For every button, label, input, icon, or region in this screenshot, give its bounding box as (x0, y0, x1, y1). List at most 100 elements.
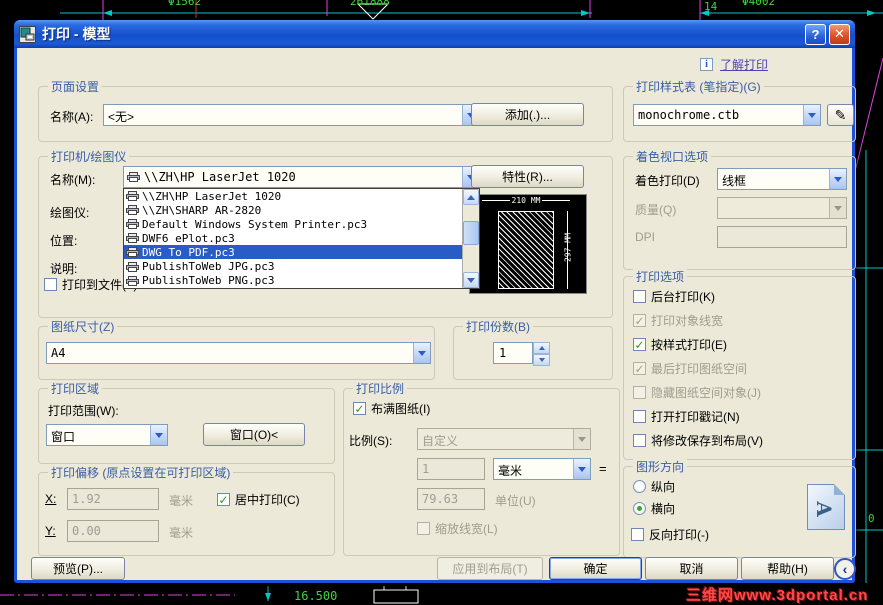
shade-plot-label: 着色打印(D) (635, 174, 700, 188)
y-unit-label: 毫米 (169, 526, 194, 540)
printer-option[interactable]: PublishToWeb PNG.pc3 (124, 274, 462, 288)
scale-units-field: 79.63 (417, 488, 485, 510)
plotter-label: 绘图仪: (50, 206, 90, 220)
scale-combo: 自定义 (417, 428, 591, 450)
opt-save-changes[interactable]: 将修改保存到布局(V) (633, 432, 763, 449)
edit-plot-style-button[interactable]: ✎ (827, 104, 854, 126)
opt-plot-stamp[interactable]: 打开打印戳记(N) (633, 408, 740, 425)
checkbox (353, 402, 366, 415)
dim-label: 261888 (350, 0, 390, 8)
page-setup-label: 页面设置 (48, 78, 103, 95)
paper-size-combo[interactable]: A4 (46, 342, 431, 364)
plot-range-combo[interactable]: 窗口 (46, 424, 168, 446)
plot-style-combo[interactable]: monochrome.ctb (633, 104, 821, 126)
portrait-radio-row[interactable]: 纵向 (633, 478, 675, 495)
checkbox (633, 410, 646, 423)
copies-stepper[interactable]: 1 (493, 342, 550, 366)
corner-value: 0 (868, 512, 875, 525)
paper-width-dim: 210 MM (482, 196, 570, 205)
landscape-radio-row[interactable]: 横向 (633, 500, 675, 517)
x-unit-label: 毫米 (169, 494, 194, 508)
quality-combo (717, 197, 847, 219)
shade-plot-combo[interactable]: 线框 (717, 168, 847, 190)
ok-button[interactable]: 确定 (549, 557, 642, 580)
printer-combo[interactable]: \\ZH\HP LaserJet 1020 (123, 166, 480, 188)
plot-upside-down-row[interactable]: 反向打印(-) (631, 526, 709, 543)
chevron-down-icon[interactable] (573, 459, 590, 479)
chevron-down-icon[interactable] (829, 169, 846, 189)
opt-plot-with-styles[interactable]: 按样式打印(E) (633, 336, 727, 353)
opt-paperspace-last: 最后打印图纸空间 (633, 360, 747, 377)
chevron-down-icon[interactable] (413, 343, 430, 363)
checkbox (633, 362, 646, 375)
add-page-setup-button[interactable]: 添加(.)... (471, 103, 584, 126)
location-label: 位置: (50, 234, 78, 248)
plot-offset-group: 打印偏移 (原点设置在可打印区域) (38, 464, 335, 556)
opt-background-plot[interactable]: 后台打印(K) (633, 288, 715, 305)
plot-style-label: 打印样式表 (笔指定)(G) (633, 78, 764, 95)
checkbox (217, 493, 230, 506)
printer-option[interactable]: Default Windows System Printer.pc3 (124, 217, 462, 231)
dim-label: Φ1562 (168, 0, 202, 8)
dim-label: Φ4002 (742, 0, 776, 8)
checkbox (633, 290, 646, 303)
chevron-down-icon (829, 198, 846, 218)
checkbox (631, 528, 644, 541)
coordinate-readout: 16.500 (294, 589, 338, 603)
units-label: 单位(U) (495, 494, 536, 508)
center-plot-row[interactable]: 居中打印(C) (217, 491, 300, 508)
printer-dropdown-list: \\ZH\HP LaserJet 1020 \\ZH\SHARP AR-2820… (123, 188, 480, 289)
printer-properties-button[interactable]: 特性(R)... (471, 165, 584, 188)
checkbox (633, 338, 646, 351)
spinner-up-icon[interactable] (533, 342, 550, 354)
dropdown-scrollbar[interactable] (462, 189, 479, 288)
page-setup-combo[interactable]: <无> (103, 104, 480, 126)
chevron-down-icon[interactable] (803, 105, 820, 125)
fit-to-paper-row[interactable]: 布满图纸(I) (353, 400, 430, 417)
help-titlebar-button[interactable]: ? (805, 23, 826, 45)
printer-option[interactable]: PublishToWeb JPG.pc3 (124, 259, 462, 273)
preview-button[interactable]: 预览(P)... (31, 557, 125, 580)
title-bar[interactable]: 打印 - 模型 ? ✕ (14, 20, 855, 48)
radio (633, 502, 646, 515)
help-button[interactable]: 帮助(H) (741, 557, 834, 580)
quality-label: 质量(Q) (635, 203, 677, 217)
scrollbar-thumb[interactable] (463, 221, 479, 245)
scale-unit-combo[interactable]: 毫米 (493, 458, 591, 480)
opt-plot-lineweights: 打印对象线宽 (633, 312, 723, 329)
dialog-title: 打印 - 模型 (42, 26, 111, 42)
y-offset-field: 0.00 (67, 520, 159, 542)
chevron-down-icon[interactable] (150, 425, 167, 445)
printer-option-selected[interactable]: DWG To PDF.pc3 (124, 245, 462, 260)
orientation-label: 图形方向 (633, 458, 688, 475)
scroll-down-icon[interactable] (463, 272, 479, 288)
scale-label: 比例(S): (349, 434, 393, 448)
printer-option[interactable]: \\ZH\SHARP AR-2820 (124, 203, 462, 217)
checkbox (417, 522, 430, 535)
plot-dialog: 打印 - 模型 ? ✕ i 了解打印 页面设置 名称(A): <无> 添加(.)… (14, 20, 856, 583)
close-button[interactable]: ✕ (829, 23, 850, 45)
dpi-label: DPI (635, 230, 656, 244)
scale-custom-field: 1 (417, 458, 485, 480)
spinner-down-icon[interactable] (533, 354, 550, 366)
cancel-button[interactable]: 取消 (645, 557, 738, 580)
chevron-down-icon (573, 429, 590, 449)
paper-sheet (498, 211, 554, 289)
copies-value[interactable]: 1 (493, 342, 533, 364)
pencil-icon: ✎ (834, 106, 847, 123)
radio (633, 480, 646, 493)
dialog-content: i 了解打印 页面设置 名称(A): <无> 添加(.)... 打印样式表 (笔… (17, 48, 856, 580)
page-setup-name-label: 名称(A): (50, 110, 94, 124)
plot-options-label: 打印选项 (633, 268, 688, 285)
learn-plotting-link[interactable]: 了解打印 (720, 56, 768, 73)
printer-option[interactable]: \\ZH\HP LaserJet 1020 (124, 189, 462, 203)
scroll-up-icon[interactable] (463, 189, 479, 205)
printer-option[interactable]: DWF6 ePlot.pc3 (124, 231, 462, 245)
info-icon: i (700, 56, 713, 71)
x-label: X: (45, 492, 57, 506)
window-pick-button[interactable]: 窗口(O)< (203, 423, 305, 446)
less-options-button[interactable]: ‹ (834, 558, 856, 580)
print-to-file-checkbox (44, 278, 57, 291)
printer-group-label: 打印机/绘图仪 (48, 148, 130, 165)
checkbox (633, 314, 646, 327)
